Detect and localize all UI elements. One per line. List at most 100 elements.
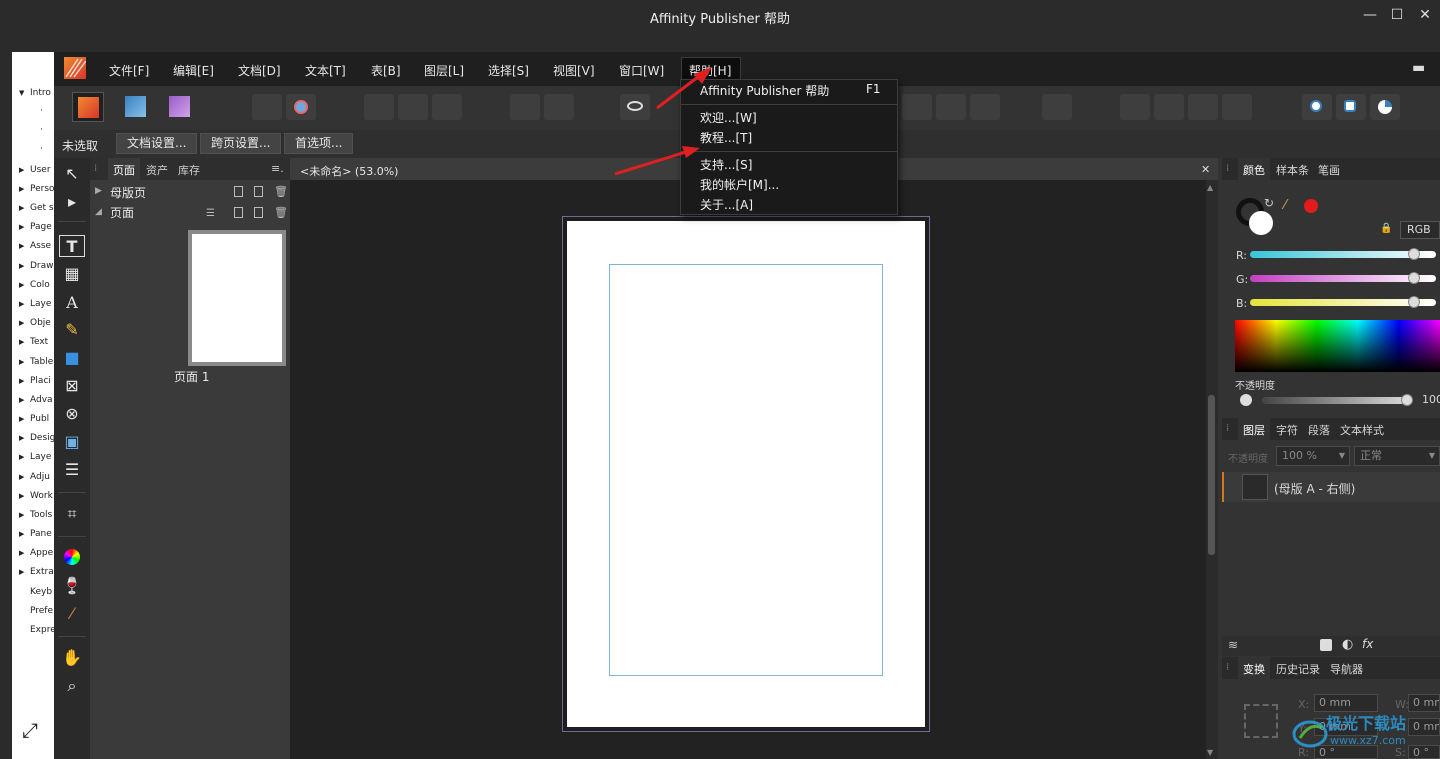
- menu-view[interactable]: 视图[V]: [553, 62, 595, 79]
- hand-tool-icon[interactable]: ✋: [59, 647, 85, 669]
- guides-icon[interactable]: [432, 94, 462, 120]
- add-master-icon[interactable]: [234, 186, 243, 197]
- color-picker-tool-icon[interactable]: ⁄: [59, 603, 85, 625]
- preflight-icon[interactable]: [252, 94, 282, 120]
- tab-paragraph[interactable]: 段落: [1308, 422, 1330, 438]
- delete-page-icon[interactable]: 🗑: [274, 206, 288, 219]
- tab-history[interactable]: 历史记录: [1276, 661, 1320, 677]
- maximize-button[interactable]: ☐: [1383, 4, 1411, 26]
- publisher-persona-icon[interactable]: [72, 92, 104, 122]
- toc-chevron-icon[interactable]: ▶: [19, 281, 24, 289]
- tab-stroke[interactable]: 笔画: [1318, 162, 1340, 178]
- toc-chevron-icon[interactable]: ▶: [19, 511, 24, 519]
- toc-chevron-icon[interactable]: ▶: [19, 262, 24, 270]
- tab-navigator[interactable]: 导航器: [1330, 661, 1363, 677]
- boolean-subtract-icon[interactable]: [1336, 94, 1366, 120]
- tab-pages[interactable]: 页面: [113, 162, 135, 178]
- menu-item-my-account[interactable]: 我的帐户[M]...: [700, 176, 779, 193]
- boolean-add-icon[interactable]: [1302, 94, 1332, 120]
- view-mode-icon[interactable]: [364, 94, 394, 120]
- crop-tool-icon[interactable]: ⌗: [59, 503, 85, 525]
- pen-tool-icon[interactable]: ✎: [59, 319, 85, 341]
- toc-chevron-icon[interactable]: ▶: [19, 358, 24, 366]
- assistant-icon[interactable]: [286, 94, 316, 120]
- menu-item-tutorials[interactable]: 教程...[T]: [700, 129, 752, 146]
- minimize-button[interactable]: —: [1356, 4, 1384, 26]
- menu-window[interactable]: 窗口[W]: [619, 62, 664, 79]
- text-wrap-tool-icon[interactable]: ☰: [59, 459, 85, 481]
- tab-stock[interactable]: 库存: [178, 162, 200, 178]
- photo-persona-icon[interactable]: [164, 92, 196, 122]
- opacity-value[interactable]: 100: [1422, 393, 1440, 406]
- toc-chevron-icon[interactable]: ▶: [19, 185, 24, 193]
- menu-select[interactable]: 选择[S]: [488, 62, 529, 79]
- picture-frame-tool-icon[interactable]: ⊠: [59, 375, 85, 397]
- toc-chevron-icon[interactable]: ▼: [19, 89, 24, 97]
- rectangle-tool-icon[interactable]: ■: [59, 347, 85, 369]
- align-icon[interactable]: [1042, 94, 1072, 120]
- boolean-intersect-icon[interactable]: [1370, 94, 1400, 120]
- expand-icon[interactable]: ⤢: [22, 718, 38, 742]
- swap-colors-icon[interactable]: ↻: [1264, 196, 1274, 210]
- tab-layers[interactable]: 图层: [1243, 422, 1265, 438]
- move-tool-icon[interactable]: ↖: [59, 163, 85, 185]
- tab-text-styles[interactable]: 文本样式: [1340, 422, 1384, 438]
- tab-transform[interactable]: 变换: [1243, 661, 1265, 677]
- document-close-icon[interactable]: ✕: [1201, 163, 1210, 176]
- channel-g-knob[interactable]: [1408, 272, 1420, 284]
- toc-chevron-icon[interactable]: ▶: [19, 415, 24, 423]
- designer-persona-icon[interactable]: [120, 92, 152, 122]
- document-setup-button[interactable]: 文档设置...: [116, 133, 198, 154]
- layer-name[interactable]: (母版 A - 右侧): [1274, 480, 1355, 497]
- duplicate-page-icon[interactable]: [254, 207, 263, 218]
- menu-item-about[interactable]: 关于...[A]: [700, 196, 753, 213]
- toc-chevron-icon[interactable]: ▶: [19, 549, 24, 557]
- tab-character[interactable]: 字符: [1276, 422, 1298, 438]
- anchor-selector-icon[interactable]: [1244, 704, 1278, 738]
- flip-horizontal-icon[interactable]: [1120, 94, 1150, 120]
- toc-chevron-icon[interactable]: ▶: [19, 223, 24, 231]
- collapse-chevron-icon[interactable]: ◢: [95, 207, 102, 217]
- flip-vertical-icon[interactable]: [1154, 94, 1184, 120]
- panel-menu-icon[interactable]: ≡.: [271, 162, 284, 175]
- toc-chevron-icon[interactable]: ▶: [19, 319, 24, 327]
- menu-edit[interactable]: 编辑[E]: [173, 62, 214, 79]
- tab-assets[interactable]: 资产: [146, 162, 168, 178]
- show-text-icon[interactable]: [620, 94, 650, 120]
- duplicate-master-icon[interactable]: [254, 186, 263, 197]
- picked-color-swatch[interactable]: [1304, 199, 1318, 213]
- toc-chevron-icon[interactable]: ▶: [19, 453, 24, 461]
- arrange-back-icon[interactable]: [936, 94, 966, 120]
- toc-chevron-icon[interactable]: ▶: [19, 473, 24, 481]
- toc-chevron-icon[interactable]: ▶: [19, 166, 24, 174]
- channel-r-knob[interactable]: [1408, 248, 1420, 260]
- toc-chevron-icon[interactable]: ▶: [19, 242, 24, 250]
- pin-icon[interactable]: [510, 94, 540, 120]
- page-thumbnail[interactable]: [192, 234, 282, 362]
- tab-color[interactable]: 颜色: [1243, 162, 1265, 178]
- toc-chevron-icon[interactable]: ▶: [19, 300, 24, 308]
- frame-text-tool-icon[interactable]: T: [59, 235, 85, 257]
- menu-help[interactable]: 帮助[H]: [689, 62, 731, 79]
- vertical-scrollbar-thumb[interactable]: [1208, 395, 1215, 555]
- fx-icon[interactable]: fx: [1362, 637, 1373, 651]
- spread-setup-button[interactable]: 跨页设置...: [200, 133, 282, 154]
- fill-color-well[interactable]: [1249, 211, 1273, 235]
- menu-file[interactable]: 文件[F]: [109, 62, 149, 79]
- menu-layer[interactable]: 图层[L]: [424, 62, 464, 79]
- fill-tool-icon[interactable]: [59, 546, 85, 568]
- menu-item-support[interactable]: 支持...[S]: [700, 156, 752, 173]
- toc-chevron-icon[interactable]: ▶: [19, 434, 24, 442]
- toc-chevron-icon[interactable]: ▶: [19, 568, 24, 576]
- arrange-front-icon[interactable]: [970, 94, 1000, 120]
- add-page-icon[interactable]: [234, 207, 243, 218]
- channel-b-knob[interactable]: [1408, 296, 1420, 308]
- rotate-left-icon[interactable]: [1188, 94, 1218, 120]
- menu-table[interactable]: 表[B]: [371, 62, 401, 79]
- mask-icon[interactable]: [1320, 639, 1332, 651]
- artistic-text-tool-icon[interactable]: A: [59, 292, 85, 314]
- arrange-icon[interactable]: [902, 94, 932, 120]
- menu-text[interactable]: 文本[T]: [305, 62, 346, 79]
- close-button[interactable]: ✕: [1411, 4, 1439, 26]
- toc-chevron-icon[interactable]: ▶: [19, 530, 24, 538]
